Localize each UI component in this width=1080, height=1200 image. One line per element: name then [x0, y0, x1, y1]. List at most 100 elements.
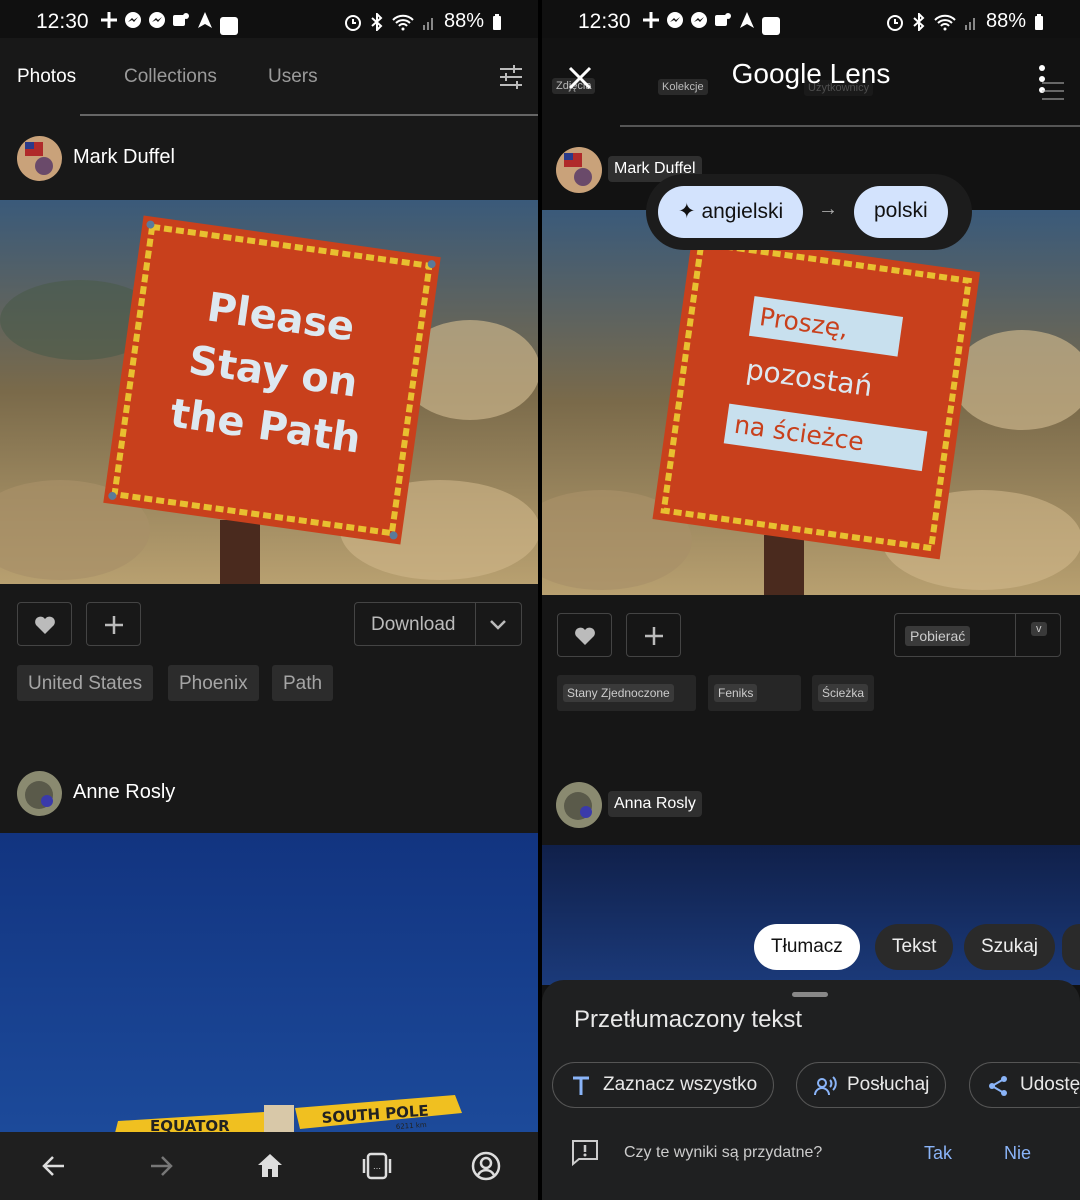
tag-chip[interactable]: Ścieżka: [812, 675, 874, 711]
avatar[interactable]: [556, 147, 602, 193]
target-language-label: polski: [874, 199, 928, 222]
divider: [475, 603, 476, 645]
feedback-icon: [572, 1140, 598, 1166]
tab-collections[interactable]: Collections: [124, 66, 217, 88]
navigation-icon: [196, 11, 214, 29]
messenger-icon: [124, 11, 142, 29]
filter-icon: [1042, 82, 1064, 100]
listen-icon: [814, 1076, 837, 1096]
status-bar: 12:30 88%: [0, 0, 538, 38]
svg-text:…: …: [373, 1162, 381, 1171]
avatar[interactable]: [17, 771, 62, 816]
download-button[interactable]: Download: [354, 602, 522, 646]
sparkle-icon: ✦: [678, 200, 696, 223]
tag-chip[interactable]: Stany Zjednoczone: [557, 675, 696, 711]
mode-translate[interactable]: Tłumacz: [754, 924, 860, 970]
download-label: Pobierać: [905, 626, 971, 646]
source-language-button[interactable]: ✦ angielski: [658, 186, 804, 238]
messenger-icon: [148, 11, 166, 29]
battery-percent: 88%: [985, 10, 1026, 32]
heart-icon: [35, 616, 55, 634]
tag-chip[interactable]: Phoenix: [168, 665, 259, 701]
google-lens-panel: 12:30 88% Zdjęcia Kolekcje Użytkownicy G…: [542, 0, 1080, 1200]
battery-percent: 88%: [443, 10, 484, 32]
plus-icon: [105, 616, 123, 634]
status-bar: 12:30 88%: [542, 0, 1080, 38]
filter-icon[interactable]: [498, 64, 524, 90]
tag-chip[interactable]: Feniks: [708, 675, 801, 711]
like-button[interactable]: [557, 613, 612, 657]
listen-label: Posłuchaj: [847, 1074, 930, 1095]
mode-text[interactable]: Tekst: [875, 924, 954, 970]
mode-more[interactable]: [1062, 924, 1080, 970]
tag-label: Stany Zjednoczone: [563, 684, 674, 702]
bluetooth-icon: [913, 12, 925, 31]
slack-icon: [100, 11, 118, 29]
notification-icons: [100, 11, 238, 35]
translated-sign-photo[interactable]: Proszę, pozostań na ścieżce: [542, 210, 1080, 595]
share-icon: [989, 1076, 1007, 1096]
tag-chip[interactable]: Path: [272, 665, 334, 701]
tag-chip[interactable]: United States: [17, 665, 154, 701]
photo-actions: Download United States Phoenix Path Anne…: [0, 584, 538, 834]
signal-icon: [422, 17, 433, 30]
system-icons: 88%: [344, 10, 502, 33]
heart-icon: [575, 627, 595, 645]
tag-label: Ścieżka: [818, 684, 869, 702]
arrow-right-icon: →: [818, 198, 838, 220]
navigation-icon: [738, 11, 756, 29]
share-button[interactable]: Udostę: [969, 1062, 1080, 1108]
avatar[interactable]: [17, 136, 62, 181]
add-to-collection-button[interactable]: [86, 602, 141, 646]
account-icon[interactable]: [470, 1150, 502, 1182]
mode-search[interactable]: Szukaj: [964, 924, 1056, 970]
photo-author-row[interactable]: Mark Duffel: [0, 116, 538, 200]
unsplash-app-panel: 12:30 88% Photos Collections Users Mark …: [0, 0, 538, 1200]
status-time: 12:30: [578, 10, 631, 33]
messenger-icon: [690, 11, 708, 29]
browser-nav-bar: …: [0, 1132, 538, 1200]
teams-icon: [172, 11, 190, 29]
download-button[interactable]: Pobierać v: [894, 613, 1061, 657]
tag-label: Feniks: [714, 684, 758, 702]
sheet-title: Przetłumaczony tekst: [574, 1006, 803, 1033]
target-language-button[interactable]: polski: [854, 186, 948, 238]
wifi-icon: [392, 14, 414, 30]
alarm-icon: [344, 14, 361, 31]
feedback-yes-button[interactable]: Tak: [924, 1143, 952, 1164]
more-notifications-dot: [762, 17, 780, 35]
source-language-label: angielski: [701, 200, 784, 223]
tab-underline: [620, 125, 1080, 127]
signpost-photo[interactable]: EQUATOR SOUTH POLE 6211 km: [0, 833, 538, 1133]
listen-button[interactable]: Posłuchaj: [796, 1062, 947, 1108]
plus-icon: [645, 627, 663, 645]
sign-photo[interactable]: Please Stay on the Path: [0, 200, 538, 584]
forward-arrow-icon[interactable]: [145, 1150, 177, 1182]
bluetooth-icon: [371, 12, 383, 31]
app-title: Google Lens: [731, 58, 891, 89]
bottom-sheet: Przetłumaczony tekst Zaznacz wszystko Po…: [542, 980, 1080, 1200]
alarm-icon: [886, 14, 903, 31]
drag-handle[interactable]: [792, 992, 828, 997]
add-to-collection-button[interactable]: [626, 613, 681, 657]
home-icon[interactable]: [254, 1150, 286, 1182]
tab-users[interactable]: Users: [268, 66, 318, 88]
author-name[interactable]: Anne Rosly: [73, 781, 175, 804]
back-arrow-icon[interactable]: [38, 1150, 70, 1182]
language-selector: ✦ angielski → polski: [646, 174, 972, 250]
tab-photos[interactable]: Photos: [17, 66, 76, 88]
author-name[interactable]: Anna Rosly: [608, 791, 702, 817]
system-icons: 88%: [886, 10, 1044, 33]
download-label: Download: [371, 614, 456, 635]
chevron-down-icon[interactable]: [487, 617, 509, 633]
avatar[interactable]: [556, 782, 602, 828]
notification-icons: [642, 11, 780, 35]
like-button[interactable]: [17, 602, 72, 646]
tabs-icon[interactable]: …: [361, 1150, 393, 1182]
select-all-button[interactable]: Zaznacz wszystko: [552, 1062, 775, 1108]
feedback-no-button[interactable]: Nie: [1004, 1143, 1031, 1164]
select-all-label: Zaznacz wszystko: [603, 1074, 758, 1095]
author-name[interactable]: Mark Duffel: [73, 146, 175, 169]
chevron-down-icon[interactable]: v: [1031, 622, 1047, 636]
signpost-left-text: EQUATOR: [150, 1117, 230, 1133]
